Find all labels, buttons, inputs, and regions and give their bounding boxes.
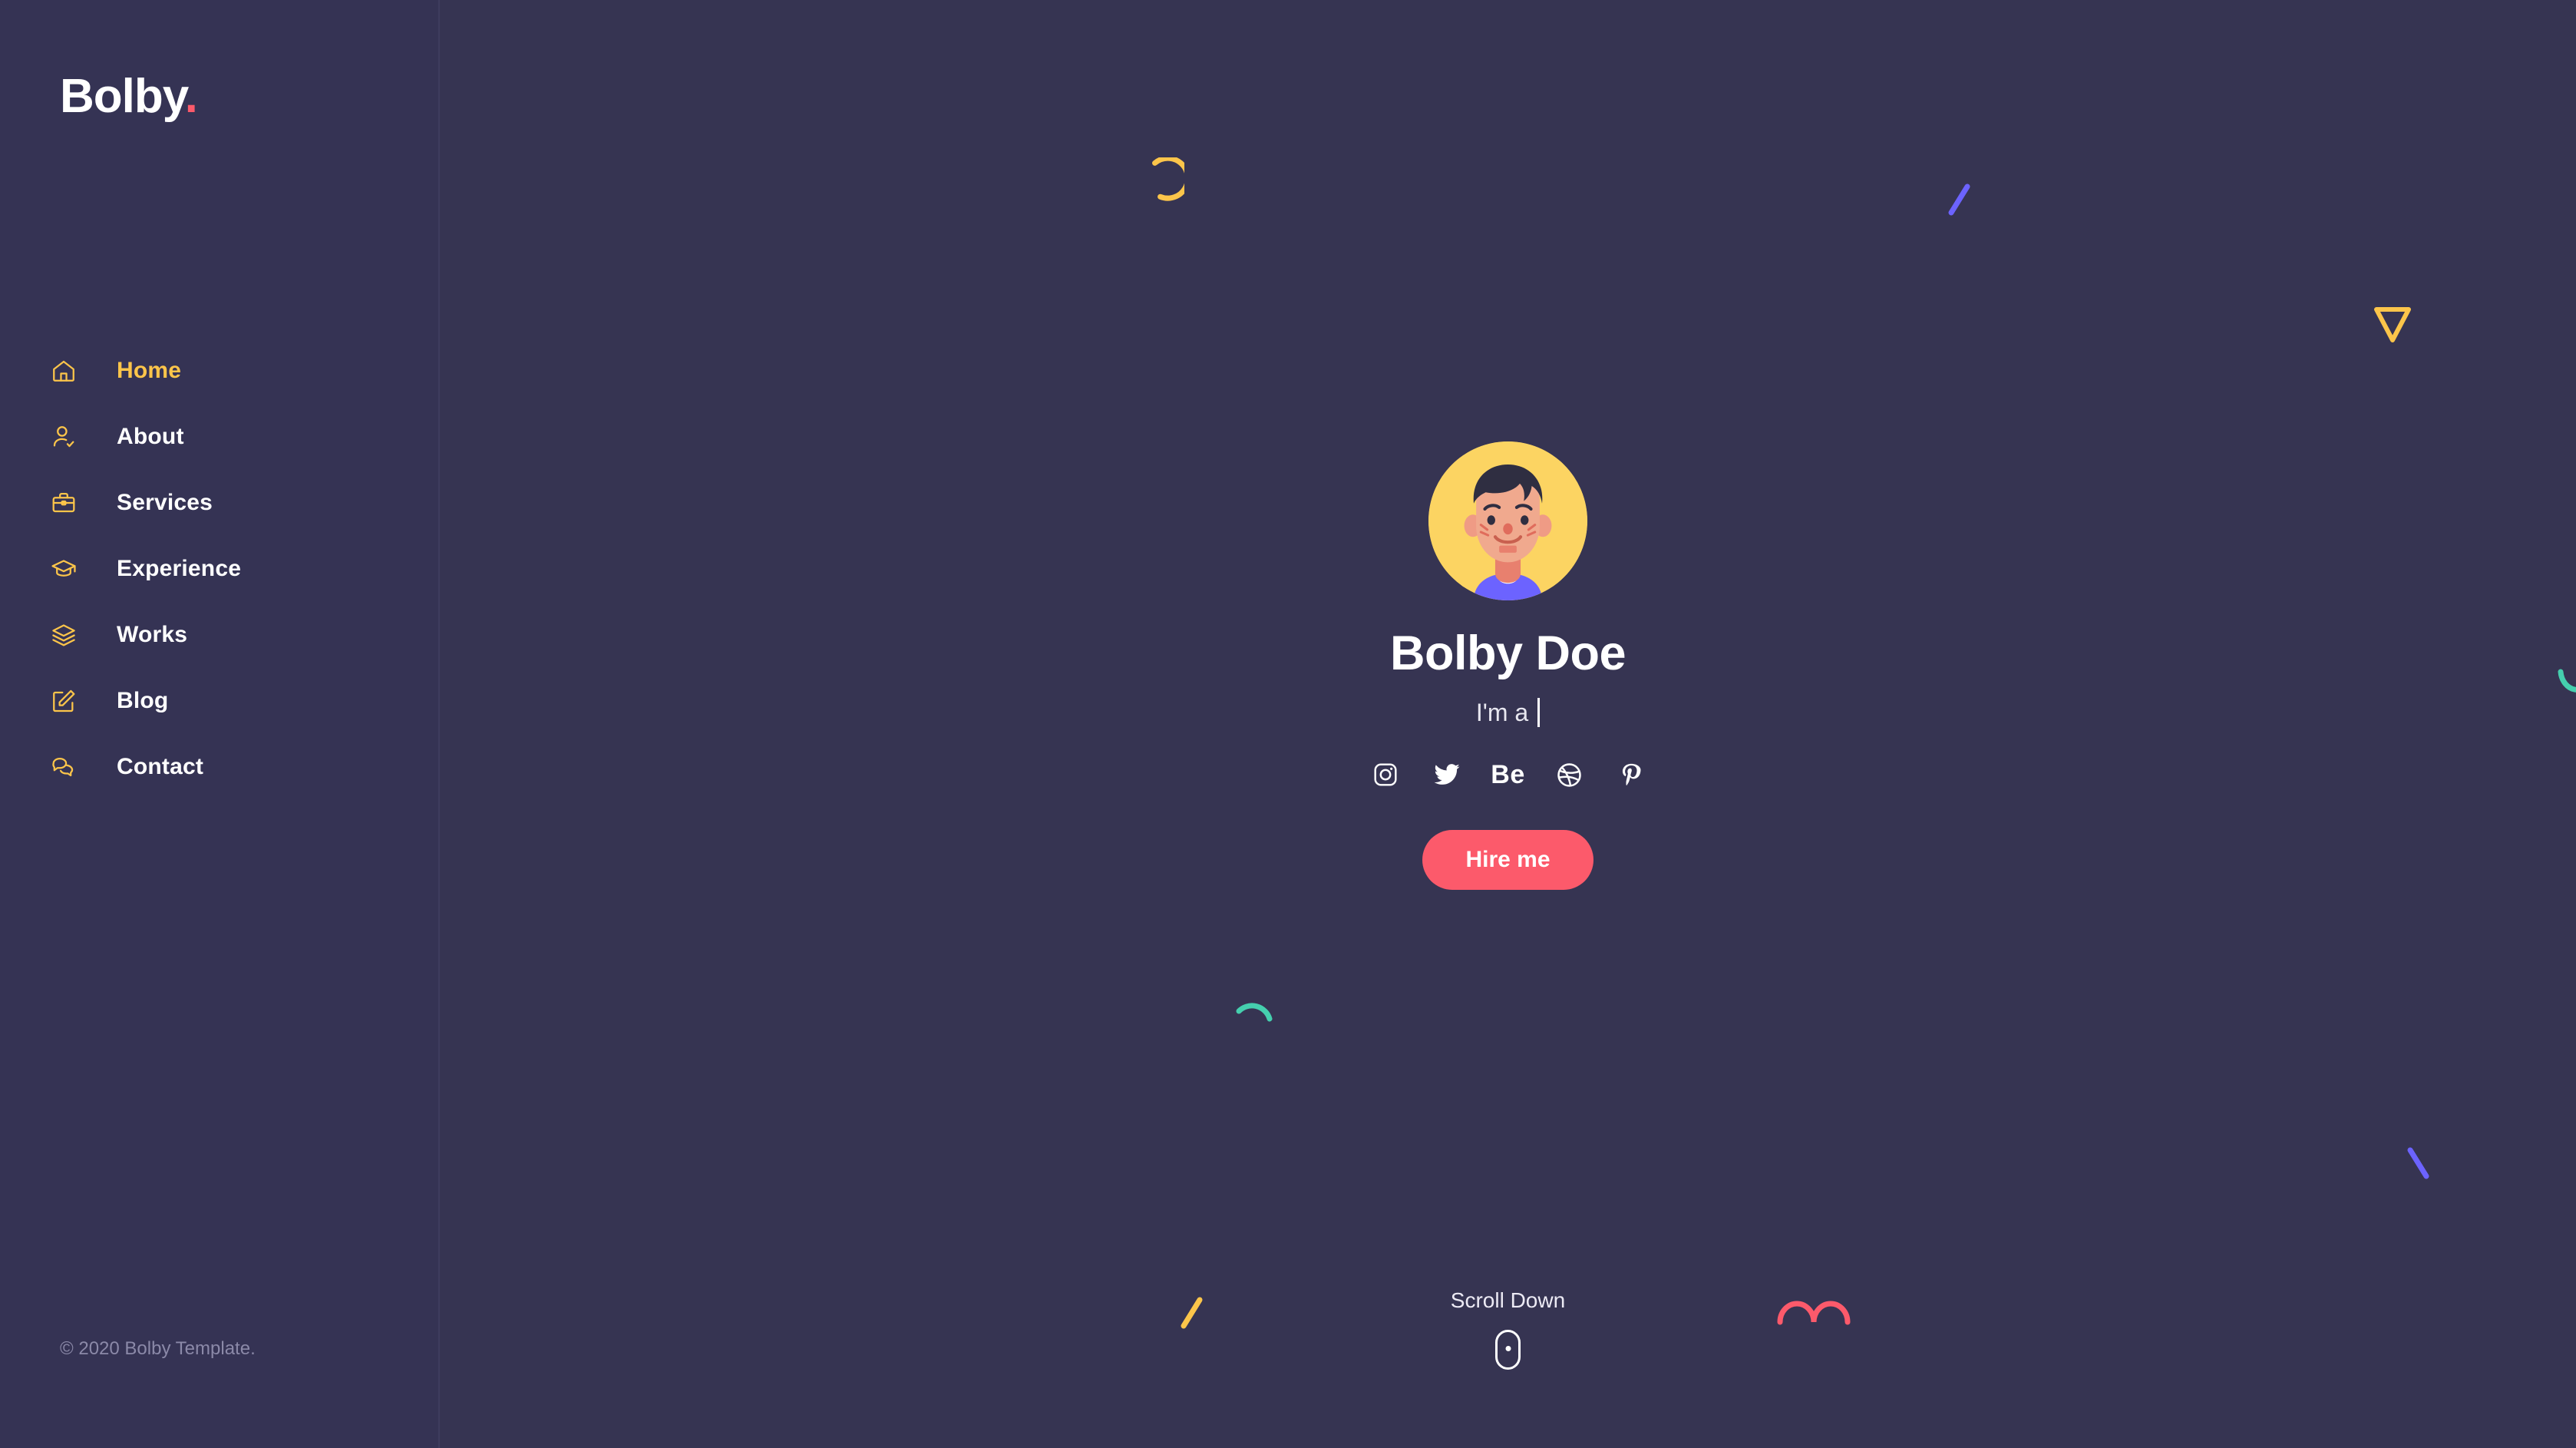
sidebar-item-contact[interactable]: Contact — [51, 734, 373, 800]
sidebar-item-label: Blog — [117, 688, 169, 713]
layers-icon — [51, 622, 92, 648]
sidebar-item-home[interactable]: Home — [51, 338, 373, 404]
sidebar-item-experience[interactable]: Experience — [51, 536, 373, 602]
briefcase-icon — [51, 490, 92, 516]
sidebar-item-works[interactable]: Works — [51, 602, 373, 668]
hero-section: Bolby Doe I'm a Be Hire me — [440, 441, 2576, 890]
sidebar-item-blog[interactable]: Blog — [51, 668, 373, 734]
graduation-cap-icon — [51, 556, 92, 582]
sidebar-item-label: Home — [117, 358, 182, 383]
chat-bubbles-icon — [51, 754, 92, 780]
sidebar-item-label: Experience — [117, 556, 242, 581]
mouse-icon — [1495, 1330, 1521, 1370]
social-links: Be — [1370, 759, 1646, 790]
instagram-icon[interactable] — [1370, 759, 1401, 790]
page-root: Bolby. Home About Services Experience Wo… — [0, 0, 2576, 1448]
sidebar-nav: Home About Services Experience Works Blo… — [51, 338, 373, 800]
page-title: Bolby Doe — [1389, 626, 1627, 680]
behance-icon[interactable]: Be — [1491, 759, 1525, 790]
yellow-arc-c-shape — [1152, 157, 1184, 201]
sidebar-item-label: Contact — [117, 754, 204, 779]
logo-dot: . — [184, 70, 198, 123]
teal-arc-n-shape — [1236, 1003, 1273, 1022]
sidebar: Bolby. Home About Services Experience Wo… — [0, 0, 440, 1448]
copyright-text: © 2020 Bolby Template. — [60, 1338, 256, 1359]
user-check-icon — [51, 424, 92, 450]
scroll-down-indicator[interactable]: Scroll Down — [440, 1288, 2576, 1370]
boy-avatar — [1428, 441, 1587, 600]
home-icon — [51, 358, 92, 384]
hero-tagline-prefix: I'm a — [1475, 698, 1529, 726]
sidebar-item-label: Works — [117, 622, 188, 647]
pinterest-icon[interactable] — [1616, 759, 1646, 790]
yellow-triangle-down-shape — [2374, 307, 2411, 342]
sidebar-item-about[interactable]: About — [51, 404, 373, 470]
hire-me-button[interactable]: Hire me — [1422, 830, 1593, 890]
behance-label: Be — [1491, 760, 1525, 789]
typing-caret — [1537, 698, 1541, 727]
main-content: Bolby Doe I'm a Be Hire me Scroll Down — [440, 0, 2576, 1448]
blue-diagonal-line-1-shape — [1948, 183, 1970, 216]
sidebar-item-label: About — [117, 424, 184, 449]
edit-pencil-icon — [51, 688, 92, 714]
scroll-down-label: Scroll Down — [1450, 1288, 1566, 1312]
sidebar-item-services[interactable]: Services — [51, 470, 373, 536]
blue-diagonal-line-2-shape — [2407, 1147, 2429, 1179]
dribbble-icon[interactable] — [1554, 759, 1585, 790]
logo-text: Bolby — [60, 70, 186, 123]
sidebar-item-label: Services — [117, 490, 213, 515]
logo[interactable]: Bolby. — [60, 70, 198, 123]
twitter-icon[interactable] — [1432, 759, 1462, 790]
hero-tagline: I'm a — [1475, 698, 1541, 727]
